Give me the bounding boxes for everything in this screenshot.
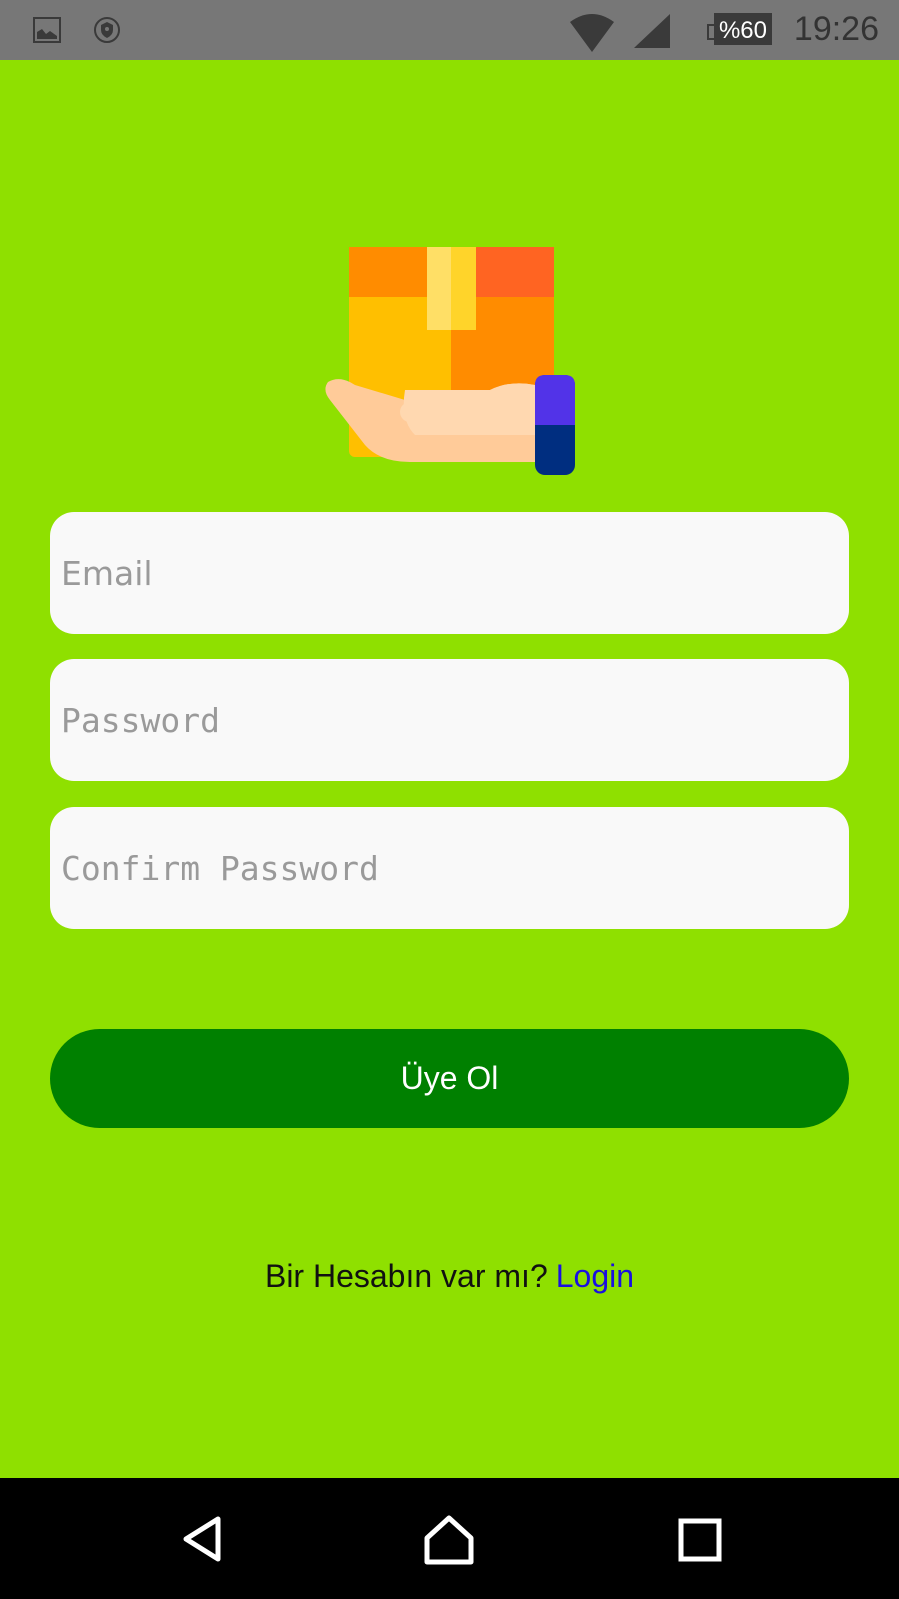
image-icon [33,17,61,43]
home-icon[interactable] [423,1514,475,1566]
login-link[interactable]: Login [556,1258,634,1294]
status-bar: %60 19:26 [0,0,899,60]
signal-icon [634,14,670,48]
battery-icon: %60 [707,13,772,45]
vpn-shield-icon [94,17,120,43]
password-input[interactable] [50,659,849,781]
navigation-bar [0,1478,899,1599]
login-prompt: Bir Hesabın var mı? Login [0,1258,899,1295]
clock: 19:26 [793,10,879,48]
confirm-password-input[interactable] [50,807,849,929]
recents-icon[interactable] [678,1518,722,1562]
login-prompt-text: Bir Hesabın var mı? [264,1258,548,1294]
email-input[interactable] [50,512,849,634]
back-icon[interactable] [178,1514,228,1564]
register-button[interactable]: Üye Ol [50,1029,849,1128]
delivery-box-logo [325,247,575,475]
wifi-icon [570,14,614,52]
